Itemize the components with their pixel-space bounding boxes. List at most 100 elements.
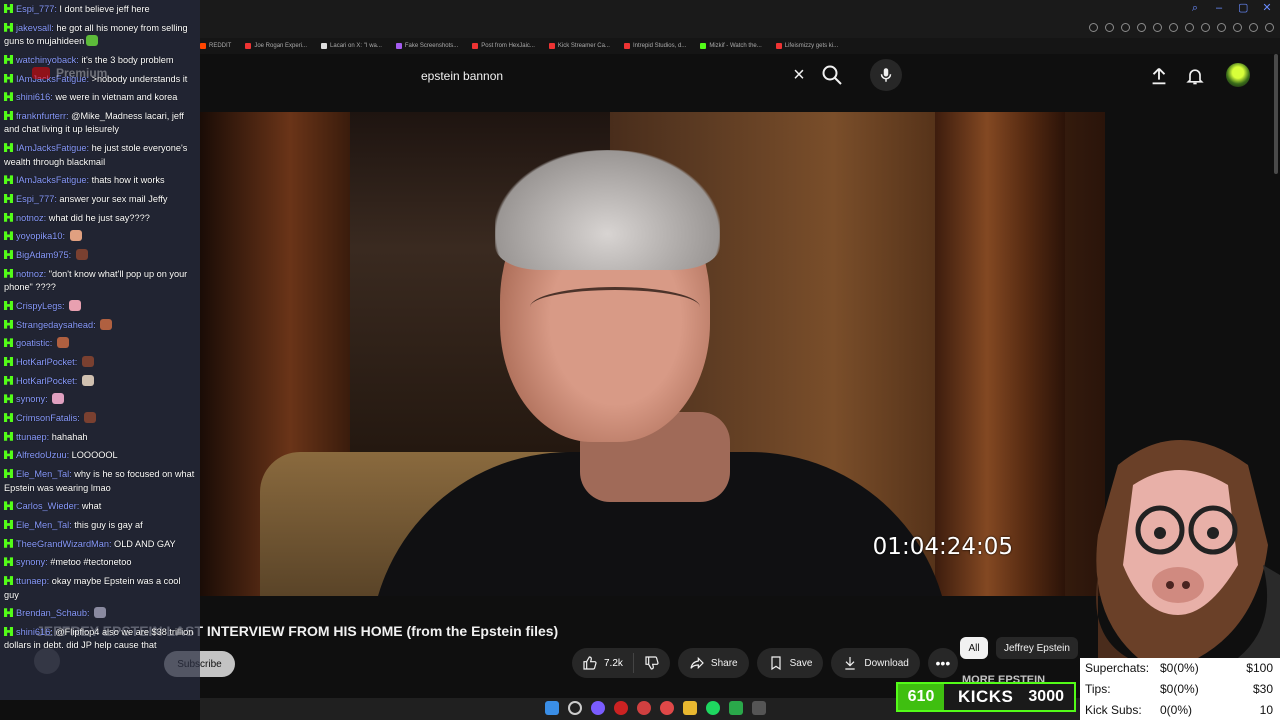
chat-username[interactable]: CrimsonFatalis <box>16 413 77 423</box>
more-actions-icon[interactable]: ••• <box>927 648 958 678</box>
chat-username[interactable]: BigAdam975 <box>16 250 69 260</box>
app-icon[interactable] <box>591 701 605 715</box>
chat-username[interactable]: yoyopika10 <box>16 231 62 241</box>
kick-badge-icon <box>4 175 13 185</box>
heart-icon[interactable] <box>1201 23 1210 32</box>
chip-all[interactable]: All <box>960 637 988 659</box>
chat-username[interactable]: franknfurterr <box>16 111 66 121</box>
chat-message: Ele_Men_Tal: this guy is gay af <box>4 519 196 533</box>
upload-icon[interactable] <box>1148 65 1170 87</box>
search-icon[interactable] <box>568 701 582 715</box>
bookmark-item[interactable]: Mizkif - Watch the... <box>700 43 762 49</box>
extension-icon[interactable] <box>1169 23 1178 32</box>
zoom-icon[interactable] <box>1089 23 1098 32</box>
chat-username[interactable]: Espi_777 <box>16 4 54 14</box>
chat-username[interactable]: jakevsall <box>16 23 51 33</box>
chat-text: what <box>81 501 102 512</box>
youtube-logo[interactable]: Premium <box>32 66 107 80</box>
thumbs-up-icon <box>583 656 597 670</box>
app-icon[interactable] <box>614 701 628 715</box>
chat-username[interactable]: synony <box>16 394 45 404</box>
bookmark-item[interactable]: Lacari on X: "I wa... <box>321 43 382 49</box>
chip-jeffrey-epstein[interactable]: Jeffrey Epstein <box>996 637 1078 659</box>
chat-username[interactable]: shini616 <box>16 627 50 637</box>
chat-username[interactable]: IAmJacksFatigue <box>16 143 86 153</box>
chat-username[interactable]: Strangedaysahead <box>16 320 93 330</box>
favicon-icon <box>245 43 252 49</box>
bookmark-item[interactable]: Lifeismizzy gets ki... <box>775 43 838 49</box>
stats-row: Superchats: $0(0%) $100 <box>1085 658 1275 678</box>
bookmark-item[interactable]: Fake Screenshots... <box>395 43 458 49</box>
chat-username[interactable]: shini616 <box>16 92 50 102</box>
app-icon[interactable] <box>729 701 743 715</box>
search-icon[interactable] <box>820 63 846 89</box>
bookmark-icon[interactable] <box>1249 23 1258 32</box>
page-scrollbar[interactable] <box>1274 54 1278 174</box>
search-icon[interactable]: ⌕ <box>1190 3 1200 14</box>
share-button[interactable]: Share <box>677 648 749 678</box>
microphone-icon[interactable] <box>870 59 902 91</box>
spotify-icon[interactable] <box>706 701 720 715</box>
stats-label: Superchats: <box>1085 661 1150 675</box>
kick-badge-icon <box>4 54 13 64</box>
chat-username[interactable]: synony <box>16 557 45 567</box>
terminal-icon[interactable] <box>752 701 766 715</box>
chat-username[interactable]: Espi_777 <box>16 194 54 204</box>
chat-username[interactable]: TheeGrandWizardMan <box>16 539 109 549</box>
chat-username[interactable]: notnoz <box>16 213 44 223</box>
chat-username[interactable]: IAmJacksFatigue <box>16 175 86 185</box>
folder-icon[interactable] <box>683 701 697 715</box>
chat-username[interactable]: CrispyLegs <box>16 301 62 311</box>
chat-username[interactable]: HotKarlPocket <box>16 357 75 367</box>
share-icon <box>690 656 704 670</box>
kick-badge-icon <box>4 143 13 153</box>
chat-username[interactable]: Ele_Men_Tal <box>16 469 69 479</box>
shield-icon[interactable] <box>1153 23 1162 32</box>
chat-username[interactable]: Ele_Men_Tal <box>16 520 69 530</box>
browser-icon[interactable] <box>637 701 651 715</box>
chat-message: Espi_777: answer your sex mail Jeffy <box>4 193 196 207</box>
browser-icon[interactable] <box>660 701 674 715</box>
maximize-icon[interactable]: ▢ <box>1238 3 1248 14</box>
kick-badge-icon <box>4 300 13 310</box>
bookmark-item[interactable]: Kick Streamer Ca... <box>548 43 610 49</box>
bookmark-item[interactable]: Post from HexJaic... <box>472 43 535 49</box>
windows-start-icon[interactable] <box>545 701 559 715</box>
chat-username[interactable]: goatistic <box>16 338 50 348</box>
bookmark-item[interactable]: Joe Rogan Experi... <box>245 43 307 49</box>
video-player[interactable]: 01:04:24:05 <box>200 112 1105 596</box>
extension-icon[interactable] <box>1121 23 1130 32</box>
share-label: Share <box>710 657 738 669</box>
chat-username[interactable]: notnoz <box>16 269 44 279</box>
streamer-avatar-overlay <box>1078 425 1280 658</box>
account-avatar[interactable] <box>1226 63 1250 87</box>
notifications-bell-icon[interactable] <box>1185 65 1205 87</box>
chat-username[interactable]: watchinyoback <box>16 55 76 65</box>
search-input[interactable]: epstein bannon <box>408 60 780 92</box>
minimize-icon[interactable]: – <box>1214 3 1224 14</box>
chat-message: jakevsall: he got all his money from sel… <box>4 22 188 47</box>
extension-icon[interactable] <box>1233 23 1242 32</box>
bookmark-item[interactable]: REDDIT <box>200 43 231 49</box>
extension-icon[interactable] <box>1137 23 1146 32</box>
bookmark-item[interactable]: Intrepid Studios, d... <box>623 43 686 49</box>
chat-username[interactable]: ttunaep <box>16 432 47 442</box>
video-frame-detail <box>495 150 720 270</box>
chat-message: synony: #metoo #tectonetoo <box>4 556 196 570</box>
audio-icon[interactable] <box>1217 23 1226 32</box>
download-button[interactable]: Download <box>831 648 920 678</box>
extension-icon[interactable] <box>1105 23 1114 32</box>
save-button[interactable]: Save <box>756 648 824 678</box>
ai-icon[interactable] <box>1265 23 1274 32</box>
favicon-icon <box>623 43 630 49</box>
chat-username[interactable]: HotKarlPocket <box>16 376 75 386</box>
chat-username[interactable]: Brendan_Schaub <box>16 608 87 618</box>
play-icon[interactable] <box>1185 23 1194 32</box>
dislike-button[interactable] <box>634 655 670 671</box>
close-icon[interactable]: ✕ <box>1262 3 1272 14</box>
chat-username[interactable]: AlfredoUzuu <box>16 450 67 460</box>
like-button[interactable]: 7.2k <box>572 653 634 673</box>
chat-username[interactable]: Carlos_Wieder <box>16 501 77 511</box>
clear-search-icon[interactable]: × <box>788 64 810 86</box>
chat-username[interactable]: ttunaep <box>16 576 47 586</box>
